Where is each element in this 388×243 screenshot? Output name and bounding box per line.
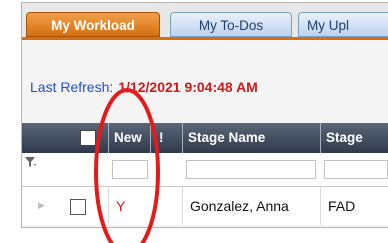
column-divider (182, 187, 183, 225)
cell-stage-name: Gonzalez, Anna (190, 198, 289, 214)
tab-my-uploads[interactable]: My Upl (298, 12, 388, 37)
row-expand-arrow-icon[interactable]: ▶ (38, 200, 45, 211)
filter-input-stage[interactable] (324, 160, 388, 179)
column-header-priority[interactable]: ! (150, 123, 182, 153)
table-row[interactable]: ▶ Y Gonzalez, Anna FAD (22, 187, 388, 225)
cell-new: Y (116, 198, 126, 214)
filter-row (22, 153, 388, 187)
select-all-column-header (66, 123, 108, 153)
filter-input-stage-name[interactable] (186, 160, 316, 179)
cell-stage: FAD (328, 198, 356, 214)
last-refresh-value: 1/12/2021 9:04:48 AM (118, 79, 258, 95)
select-all-checkbox[interactable] (80, 130, 96, 146)
column-header-stage[interactable]: Stage (320, 123, 388, 153)
last-refresh: Last Refresh: 1/12/2021 9:04:48 AM (30, 79, 258, 95)
last-refresh-label: Last Refresh: (30, 79, 114, 95)
filter-input-new[interactable] (112, 160, 148, 179)
workload-panel: My Workload My To-Dos My Upl Last Refres… (21, 2, 388, 228)
filter-funnel-icon[interactable] (25, 156, 37, 170)
column-header-stage-name[interactable]: Stage Name (182, 123, 320, 153)
tab-bar: My Workload My To-Dos My Upl (22, 3, 388, 39)
column-header-new[interactable]: New (108, 123, 150, 153)
tab-underline (22, 37, 388, 40)
grid-header: New ! Stage Name Stage (22, 123, 388, 153)
column-divider (320, 187, 321, 225)
tab-my-to-dos[interactable]: My To-Dos (170, 12, 292, 37)
row-checkbox[interactable] (70, 199, 86, 215)
tab-my-workload[interactable]: My Workload (26, 12, 160, 37)
column-divider (108, 187, 109, 225)
